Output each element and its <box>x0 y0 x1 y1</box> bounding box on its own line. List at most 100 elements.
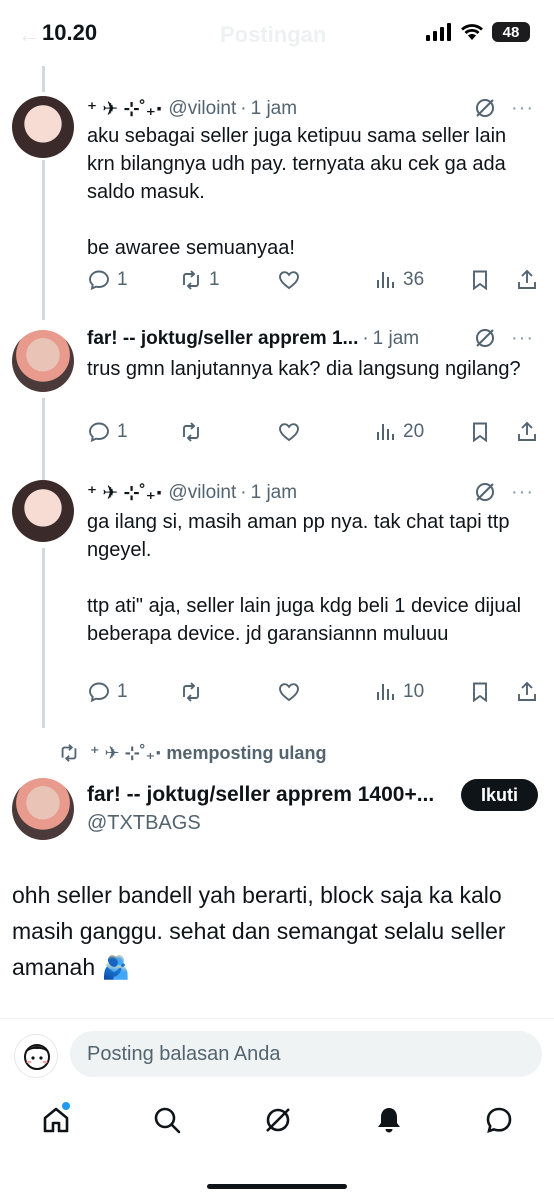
post-time[interactable]: 1 jam <box>251 482 297 504</box>
back-arrow-icon[interactable]: ← <box>18 22 40 48</box>
more-options-icon[interactable]: ··· <box>511 327 534 350</box>
repost-button[interactable] <box>179 420 209 444</box>
nav-home[interactable] <box>40 1102 72 1136</box>
author-name[interactable]: far! -- joktug/seller apprem 1... <box>87 328 358 350</box>
views-count: 20 <box>403 421 425 442</box>
nav-notifications[interactable] <box>373 1104 405 1136</box>
cellular-signal-icon <box>426 23 451 41</box>
post-text: trus gmn lanjutannya kak? dia langsung n… <box>87 358 521 380</box>
share-icon <box>518 681 536 701</box>
thread-line <box>42 66 45 92</box>
separator-dot: · <box>240 98 247 119</box>
reply-button[interactable]: 1 <box>87 268 128 292</box>
main-author-name[interactable]: far! -- joktug/seller apprem 1400+... <box>87 783 434 807</box>
repost-button[interactable] <box>179 680 209 704</box>
repost-button[interactable]: 1 <box>179 268 220 292</box>
heart-icon <box>279 271 299 290</box>
header-icons: ··· <box>473 326 534 350</box>
reply-count: 1 <box>117 421 128 442</box>
reply-count: 1 <box>117 681 128 702</box>
grok-icon <box>266 1108 290 1132</box>
like-button[interactable] <box>277 268 301 292</box>
post-time[interactable]: 1 jam <box>251 98 297 120</box>
like-button[interactable] <box>277 680 301 704</box>
bookmark-icon <box>473 422 487 443</box>
wifi-icon <box>461 24 483 40</box>
repost-icon <box>183 682 199 702</box>
reply-post[interactable]: far! -- joktug/seller apprem 1... · 1 ja… <box>0 326 554 456</box>
reply-count: 1 <box>117 269 128 290</box>
views-button[interactable]: 20 <box>373 420 424 444</box>
post-header: ⁺ ✈︎ ⊹˚₊‧ @viloint · 1 jam ··· <box>87 96 534 122</box>
bookmark-button[interactable] <box>468 420 492 444</box>
action-bar: 1 20 <box>87 420 540 450</box>
separator-dot: · <box>240 482 247 503</box>
post-header: far! -- joktug/seller apprem 1... · 1 ja… <box>87 326 534 352</box>
avatar[interactable] <box>12 96 74 158</box>
views-button[interactable]: 36 <box>373 268 424 292</box>
bookmark-button[interactable] <box>468 680 492 704</box>
post-text: ga ilang si, masih aman pp nya. tak chat… <box>87 511 522 645</box>
search-icon <box>154 1107 181 1134</box>
main-post-avatar[interactable] <box>12 778 74 840</box>
messages-icon <box>486 1107 512 1133</box>
share-button[interactable] <box>515 680 539 704</box>
bell-icon <box>378 1108 400 1133</box>
avatar[interactable] <box>12 480 74 542</box>
grok-icon[interactable] <box>473 96 497 120</box>
reply-input[interactable]: Posting balasan Anda <box>70 1031 542 1077</box>
page-title: Postingan <box>220 22 327 47</box>
more-options-icon[interactable]: ··· <box>511 481 534 504</box>
header-icons: ··· <box>473 480 534 504</box>
battery-indicator: 48 <box>492 22 530 42</box>
post-text: aku sebagai seller juga ketipuu sama sel… <box>87 125 507 259</box>
more-options-icon[interactable]: ··· <box>511 97 534 120</box>
share-button[interactable] <box>515 268 539 292</box>
heart-icon <box>279 683 299 702</box>
reply-post[interactable]: ⁺ ✈︎ ⊹˚₊‧ @viloint · 1 jam ··· ga ilang … <box>0 480 554 720</box>
reply-icon <box>89 270 109 291</box>
repost-icon <box>183 270 199 290</box>
action-bar: 1 1 36 <box>87 268 540 298</box>
status-time: 10.20 <box>42 20 98 45</box>
repost-icon <box>183 422 199 442</box>
main-author-handle[interactable]: @TXTBAGS <box>87 812 434 835</box>
reply-button[interactable]: 1 <box>87 420 128 444</box>
repost-banner[interactable]: ⁺ ✈︎ ⊹˚₊‧ memposting ulang <box>58 742 326 764</box>
nav-search[interactable] <box>151 1104 183 1136</box>
author-handle[interactable]: @viloint <box>168 98 236 120</box>
bookmark-icon <box>473 270 487 291</box>
main-post-header: far! -- joktug/seller apprem 1400+... @T… <box>87 783 434 835</box>
nav-messages[interactable] <box>483 1104 515 1136</box>
share-icon <box>518 421 536 441</box>
bottom-nav <box>0 1092 554 1152</box>
repost-banner-label: ⁺ ✈︎ ⊹˚₊‧ memposting ulang <box>90 742 327 763</box>
author-handle[interactable]: @viloint <box>168 482 236 504</box>
status-icons: 48 <box>426 22 530 42</box>
views-chart-icon <box>377 424 394 440</box>
views-chart-icon <box>377 272 394 288</box>
follow-button[interactable]: Ikuti <box>461 779 539 811</box>
grok-icon[interactable] <box>473 480 497 504</box>
views-count: 10 <box>403 681 425 702</box>
reply-button[interactable]: 1 <box>87 680 128 704</box>
like-button[interactable] <box>277 420 301 444</box>
share-button[interactable] <box>515 420 539 444</box>
reply-post[interactable]: ⁺ ✈︎ ⊹˚₊‧ @viloint · 1 jam ··· aku sebag… <box>0 96 554 306</box>
separator-dot: · <box>362 328 369 349</box>
author-name[interactable]: ⁺ ✈︎ ⊹˚₊‧ <box>87 482 162 505</box>
reply-icon <box>89 682 109 703</box>
profile-character-icon <box>24 1044 50 1070</box>
avatar[interactable] <box>12 330 74 392</box>
repost-count: 1 <box>209 269 220 290</box>
author-name[interactable]: ⁺ ✈︎ ⊹˚₊‧ <box>87 98 162 121</box>
bookmark-icon <box>473 682 487 703</box>
bookmark-button[interactable] <box>468 268 492 292</box>
my-avatar[interactable] <box>14 1034 58 1078</box>
grok-icon[interactable] <box>473 326 497 350</box>
action-bar: 1 10 <box>87 680 540 710</box>
nav-grok[interactable] <box>262 1104 294 1136</box>
post-header: ⁺ ✈︎ ⊹˚₊‧ @viloint · 1 jam ··· <box>87 480 534 506</box>
post-time[interactable]: 1 jam <box>373 328 419 350</box>
views-button[interactable]: 10 <box>373 680 424 704</box>
